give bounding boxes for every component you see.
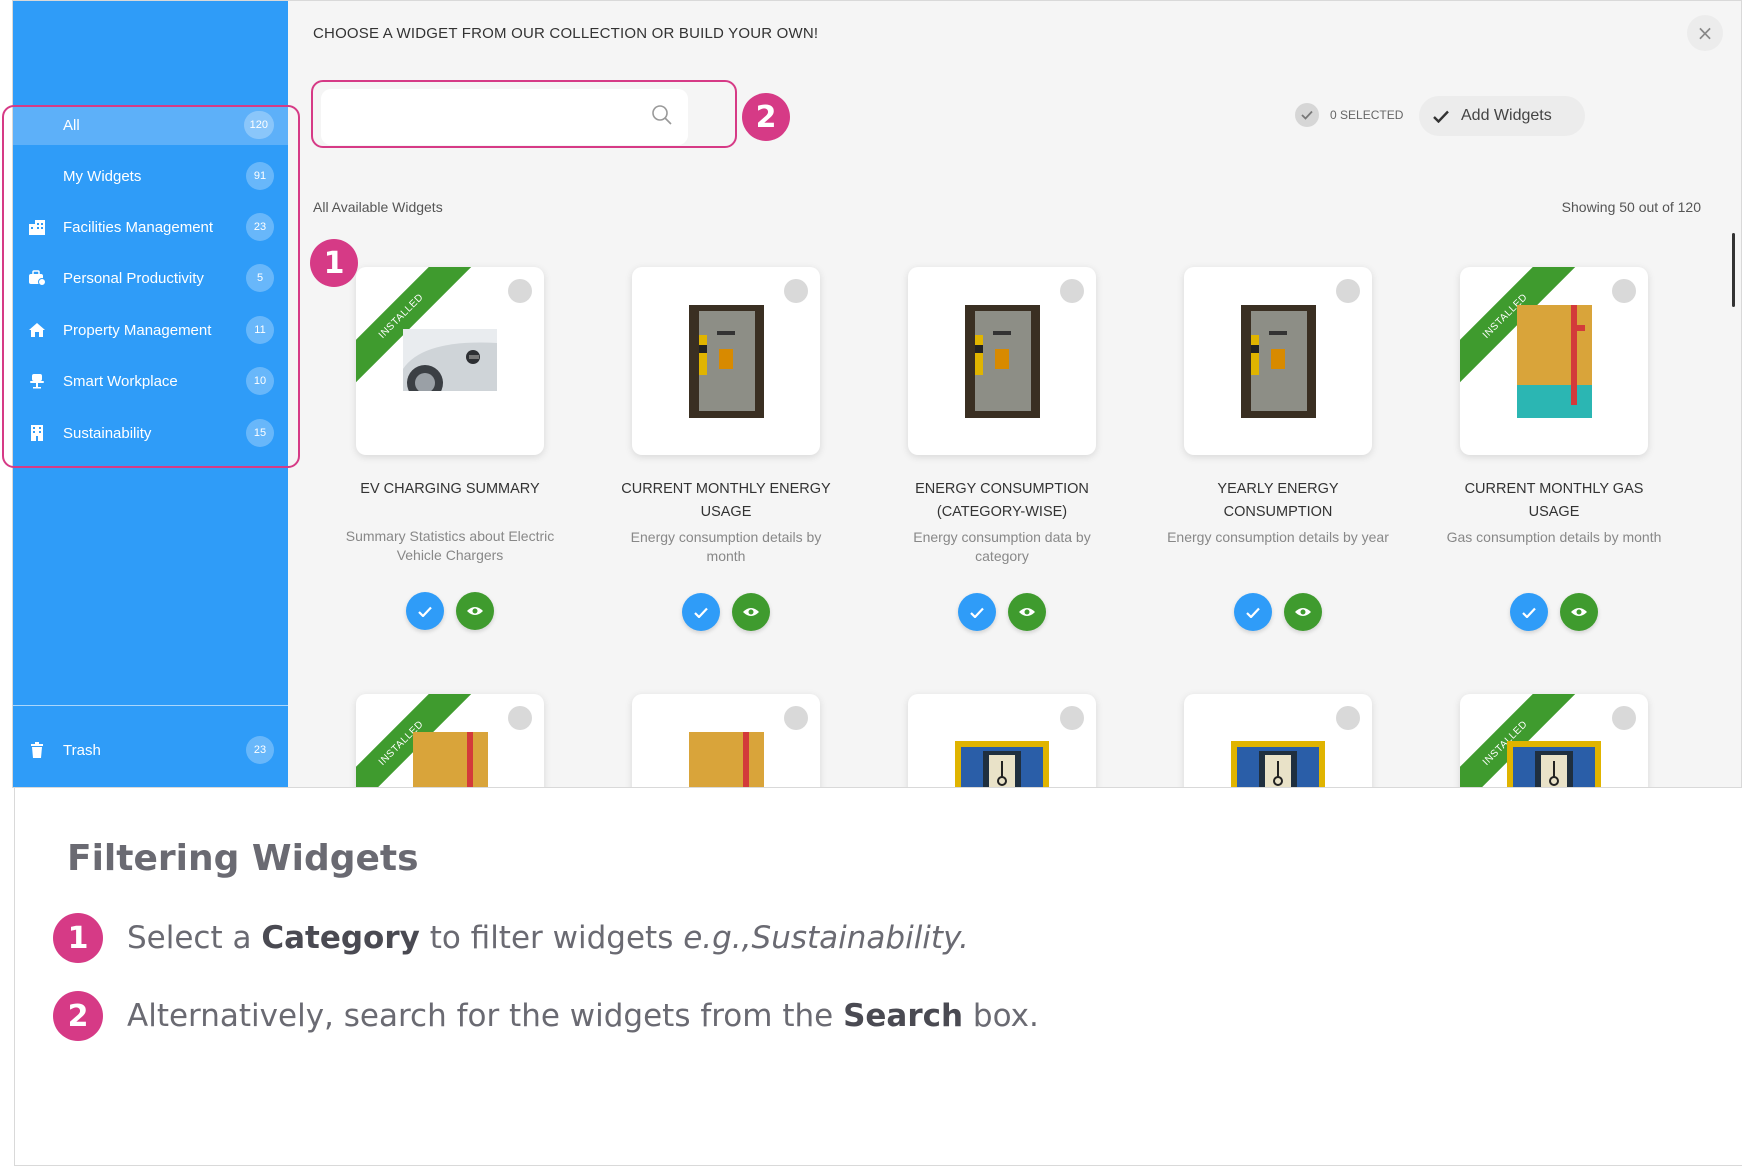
widget-card[interactable] (1184, 694, 1372, 787)
preview-widget-button[interactable] (1284, 593, 1322, 631)
select-widget-button[interactable] (1234, 593, 1272, 631)
eye-icon (743, 608, 759, 616)
sidebar-item-label: Trash (63, 741, 101, 759)
step-text-part: to filter widgets (419, 920, 684, 956)
step-text-italic: e.g.,Sustainability. (683, 920, 969, 956)
select-radio[interactable] (1612, 706, 1636, 730)
check-icon (1301, 110, 1313, 120)
sidebar-item-trash[interactable]: Trash 23 (13, 730, 288, 770)
widget-card[interactable] (632, 694, 820, 787)
eye-icon (1019, 608, 1035, 616)
select-widget-button[interactable] (958, 593, 996, 631)
check-icon (694, 607, 708, 618)
widget-card-monthly-energy[interactable] (632, 267, 820, 455)
tutorial-caption: Filtering Widgets 1 Select a Category to… (14, 788, 1742, 1166)
category-highlight (2, 105, 300, 468)
ev-charger-thumbnail (403, 329, 497, 391)
widget-description: Energy consumption details by year (1167, 529, 1389, 545)
sidebar-divider (13, 705, 288, 706)
preview-widget-button[interactable] (732, 593, 770, 631)
step-text-part: box. (963, 998, 1039, 1034)
select-radio[interactable] (1336, 706, 1360, 730)
check-icon (1433, 110, 1449, 123)
pipe-wall-thumbnail (1517, 305, 1592, 418)
callout-badge-2: 2 (742, 93, 790, 141)
select-radio[interactable] (1612, 279, 1636, 303)
step-text-bold: Search (843, 998, 964, 1034)
power-switch-thumbnail (689, 305, 764, 418)
select-radio[interactable] (784, 279, 808, 303)
check-icon (1522, 607, 1536, 618)
select-widget-button[interactable] (1510, 593, 1548, 631)
step-number: 2 (53, 991, 103, 1041)
widget-card[interactable]: INSTALLED (1460, 694, 1648, 787)
pipe-wall-thumbnail (689, 732, 764, 787)
select-radio[interactable] (508, 706, 532, 730)
select-radio[interactable] (508, 279, 532, 303)
showing-count: Showing 50 out of 120 (1561, 199, 1701, 215)
step-text-part: Select a (127, 920, 262, 956)
widget-card-yearly-energy[interactable] (1184, 267, 1372, 455)
step-text-part: Alternatively, search for the widgets fr… (127, 998, 844, 1034)
preview-widget-button[interactable] (1560, 593, 1598, 631)
callout-badge-1: 1 (310, 239, 358, 287)
close-button[interactable]: × (1687, 15, 1723, 51)
widget-card-energy-category[interactable] (908, 267, 1096, 455)
widget-description: Summary Statistics about Electric Vehicl… (345, 528, 555, 563)
check-icon (970, 607, 984, 618)
caption-title: Filtering Widgets (67, 838, 419, 879)
select-widget-button[interactable] (682, 593, 720, 631)
select-all-checkbox[interactable] (1295, 103, 1319, 127)
step-text-bold: Category (261, 920, 420, 956)
power-switch-thumbnail (965, 305, 1040, 418)
meter-thumbnail (1507, 741, 1601, 787)
meter-thumbnail (1231, 741, 1325, 787)
select-radio[interactable] (1336, 279, 1360, 303)
check-icon (418, 606, 432, 617)
pipe-wall-thumbnail (413, 732, 488, 787)
widget-description: Gas consumption details by month (1446, 529, 1662, 545)
select-radio[interactable] (784, 706, 808, 730)
eye-icon (467, 607, 483, 615)
add-widgets-label: Add Widgets (1461, 107, 1552, 124)
meter-thumbnail (955, 741, 1049, 787)
preview-widget-button[interactable] (1008, 593, 1046, 631)
widget-description: Energy consumption details by month (630, 529, 822, 564)
close-icon: × (1696, 21, 1714, 45)
widget-card[interactable]: INSTALLED (356, 694, 544, 787)
widget-card[interactable] (908, 694, 1096, 787)
select-widget-button[interactable] (406, 592, 444, 630)
widget-title: CURRENT MONTHLY GAS USAGE (1464, 481, 1644, 520)
widget-description: Energy consumption data by category (913, 529, 1091, 564)
preview-widget-button[interactable] (456, 592, 494, 630)
step-text: Alternatively, search for the widgets fr… (127, 998, 1039, 1034)
select-radio[interactable] (1060, 706, 1084, 730)
eye-icon (1295, 608, 1311, 616)
page-title: CHOOSE A WIDGET FROM OUR COLLECTION OR B… (313, 25, 819, 42)
selected-count: 0 SELECTED (1330, 108, 1404, 122)
add-widgets-button[interactable]: Add Widgets (1419, 96, 1585, 136)
select-radio[interactable] (1060, 279, 1084, 303)
widget-title: ENERGY CONSUMPTION (CATEGORY-WISE) (915, 481, 1089, 520)
scrollbar[interactable] (1732, 233, 1735, 307)
tutorial-frame: All 120 My Widgets 91 Facilities Managem… (0, 0, 1742, 1166)
widget-card-monthly-gas[interactable]: INSTALLED (1460, 267, 1648, 455)
caption-step-2: 2 Alternatively, search for the widgets … (53, 990, 1039, 1042)
widget-card-ev-charging[interactable]: INSTALLED (356, 267, 544, 455)
available-widgets-label: All Available Widgets (313, 199, 443, 215)
caption-step-1: 1 Select a Category to filter widgets e.… (53, 912, 969, 964)
search-highlight (311, 80, 737, 148)
eye-icon (1571, 608, 1587, 616)
widget-title: EV CHARGING SUMMARY (360, 481, 540, 497)
step-text: Select a Category to filter widgets e.g.… (127, 920, 969, 956)
widget-title: YEARLY ENERGY CONSUMPTION (1217, 481, 1339, 520)
check-icon (1246, 607, 1260, 618)
trash-icon (27, 740, 47, 760)
widget-title: CURRENT MONTHLY ENERGY USAGE (621, 481, 831, 520)
step-number: 1 (53, 913, 103, 963)
power-switch-thumbnail (1241, 305, 1316, 418)
count-badge: 23 (246, 736, 274, 764)
